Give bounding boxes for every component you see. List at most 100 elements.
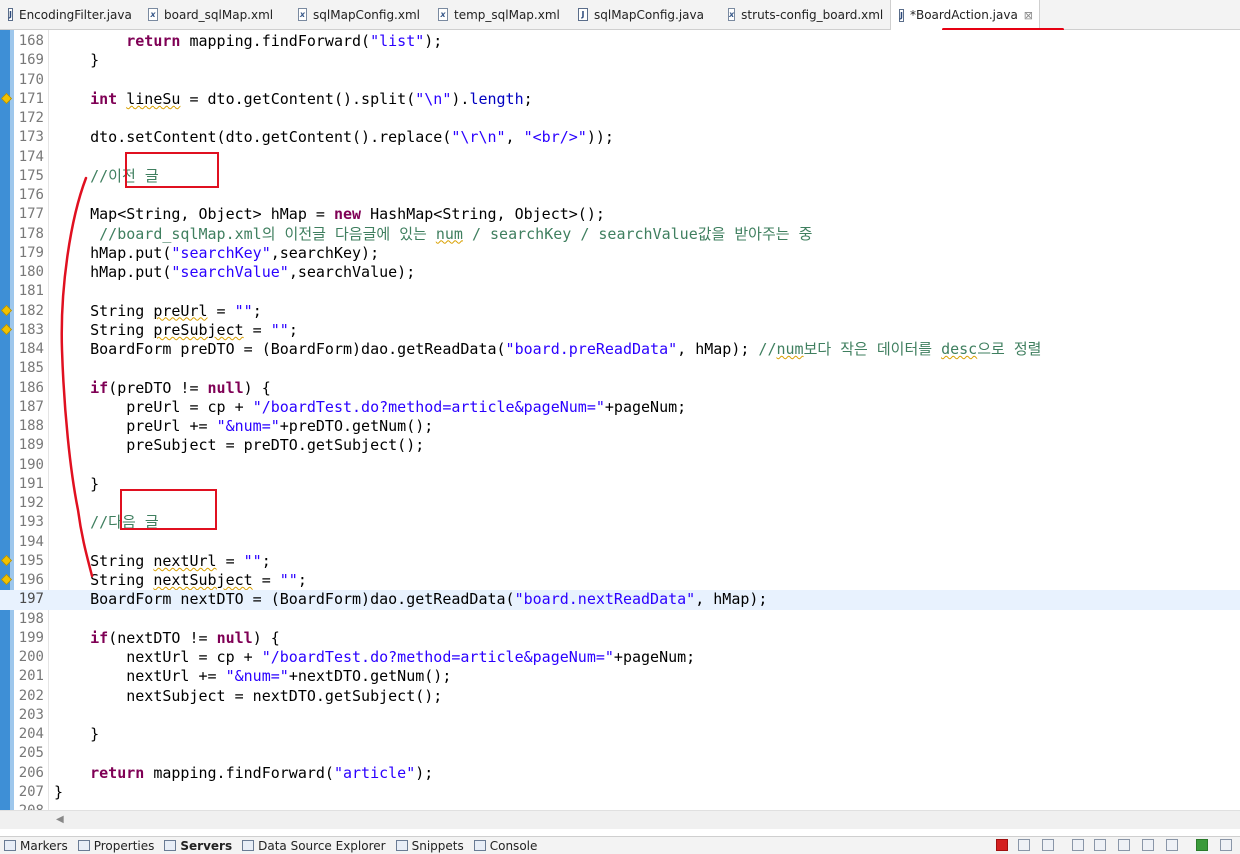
code-text[interactable]: hMap.put("searchValue",searchValue);	[54, 263, 415, 282]
warning-icon[interactable]	[1, 574, 12, 585]
code-line[interactable]: 206 return mapping.findForward("article"…	[0, 764, 1240, 783]
code-line[interactable]: 194	[0, 533, 1240, 552]
code-line[interactable]: 180 hMap.put("searchValue",searchValue);	[0, 263, 1240, 282]
code-text[interactable]: hMap.put("searchKey",searchKey);	[54, 244, 379, 263]
code-line[interactable]: 189 preSubject = preDTO.getSubject();	[0, 436, 1240, 455]
warning-icon[interactable]	[1, 554, 12, 566]
code-line[interactable]: 195 String nextUrl = "";	[0, 552, 1240, 571]
code-line[interactable]: 170	[0, 71, 1240, 90]
scroll-left-icon[interactable]: ◀	[56, 814, 64, 825]
tool-icon[interactable]	[1166, 839, 1178, 851]
stop-icon[interactable]	[996, 839, 1008, 851]
code-line[interactable]: 190	[0, 456, 1240, 475]
tool-icon[interactable]	[1018, 839, 1030, 851]
code-line[interactable]: 171 int lineSu = dto.getContent().split(…	[0, 90, 1240, 109]
code-line[interactable]: 188 preUrl += "&num="+preDTO.getNum();	[0, 417, 1240, 436]
code-line[interactable]: 172	[0, 109, 1240, 128]
code-text[interactable]: }	[54, 783, 63, 802]
code-line[interactable]: 184 BoardForm preDTO = (BoardForm)dao.ge…	[0, 340, 1240, 359]
code-lines[interactable]: 168 return mapping.findForward("list"); 1…	[0, 32, 1240, 810]
tool-icon[interactable]	[1042, 839, 1054, 851]
code-line[interactable]: 182 String preUrl = "";	[0, 302, 1240, 321]
code-text[interactable]: preSubject = preDTO.getSubject();	[54, 436, 424, 455]
code-line[interactable]: 202 nextSubject = nextDTO.getSubject();	[0, 687, 1240, 706]
code-text[interactable]: String preUrl = "";	[54, 302, 262, 321]
code-line[interactable]: 173 dto.setContent(dto.getContent().repl…	[0, 128, 1240, 147]
code-text[interactable]: preUrl = cp + "/boardTest.do?method=arti…	[54, 398, 686, 417]
code-line[interactable]: 201 nextUrl += "&num="+nextDTO.getNum();	[0, 667, 1240, 686]
code-text[interactable]: }	[54, 51, 99, 70]
warning-icon[interactable]	[1, 323, 12, 335]
code-line[interactable]: 185	[0, 359, 1240, 378]
view-tab[interactable]: Markers	[0, 839, 74, 853]
code-text[interactable]: nextUrl = cp + "/boardTest.do?method=art…	[54, 648, 695, 667]
tool-icon[interactable]	[1094, 839, 1106, 851]
code-text[interactable]: BoardForm nextDTO = (BoardForm)dao.getRe…	[54, 590, 767, 609]
code-line[interactable]: 183 String preSubject = "";	[0, 321, 1240, 340]
editor-tab[interactable]: x board_sqlMap.xml	[140, 0, 290, 29]
code-text[interactable]: BoardForm preDTO = (BoardForm)dao.getRea…	[54, 340, 1041, 359]
code-line[interactable]: 204 }	[0, 725, 1240, 744]
editor-tab[interactable]: x temp_sqlMap.xml	[430, 0, 570, 29]
code-text[interactable]: nextUrl += "&num="+nextDTO.getNum();	[54, 667, 451, 686]
code-line[interactable]: 179 hMap.put("searchKey",searchKey);	[0, 244, 1240, 263]
view-tab[interactable]: Snippets	[392, 839, 470, 853]
code-editor[interactable]: 168 return mapping.findForward("list"); 1…	[0, 30, 1240, 810]
line-number: 204	[18, 726, 44, 742]
minimize-icon[interactable]	[1220, 839, 1232, 851]
tool-icon[interactable]	[1142, 839, 1154, 851]
line-number: 178	[18, 225, 44, 242]
code-line[interactable]: 199 if(nextDTO != null) {	[0, 629, 1240, 648]
code-line[interactable]: 177 Map<String, Object> hMap = new HashM…	[0, 205, 1240, 224]
tool-icon[interactable]	[1118, 839, 1130, 851]
warning-icon[interactable]	[1, 92, 12, 104]
view-tab[interactable]: Data Source Explorer	[238, 839, 391, 853]
code-line[interactable]: 205	[0, 744, 1240, 763]
pin-icon[interactable]	[1196, 839, 1208, 851]
line-number: 190	[18, 456, 44, 473]
code-text[interactable]: }	[54, 475, 99, 494]
code-text[interactable]: String nextUrl = "";	[54, 552, 271, 571]
code-text[interactable]: return mapping.findForward("list");	[54, 32, 442, 51]
code-line[interactable]: 168 return mapping.findForward("list");	[0, 32, 1240, 51]
view-icon	[473, 840, 486, 851]
editor-tab[interactable]: x sqlMapConfig.xml	[290, 0, 430, 29]
code-text[interactable]: nextSubject = nextDTO.getSubject();	[54, 687, 442, 706]
editor-tab[interactable]: J *BoardAction.java ⊠	[890, 0, 1040, 30]
tool-icon[interactable]	[1072, 839, 1084, 851]
code-line[interactable]: 196 String nextSubject = "";	[0, 571, 1240, 590]
code-line[interactable]: 207}	[0, 783, 1240, 802]
view-tab[interactable]: Properties	[74, 839, 161, 853]
code-text[interactable]: if(preDTO != null) {	[54, 379, 271, 398]
code-text[interactable]: return mapping.findForward("article");	[54, 764, 433, 783]
horizontal-scrollbar[interactable]: ◀	[0, 810, 1240, 829]
code-text[interactable]: }	[54, 725, 99, 744]
code-line[interactable]: 187 preUrl = cp + "/boardTest.do?method=…	[0, 398, 1240, 417]
code-line[interactable]: 200 nextUrl = cp + "/boardTest.do?method…	[0, 648, 1240, 667]
code-text[interactable]: preUrl += "&num="+preDTO.getNum();	[54, 417, 433, 436]
code-line[interactable]: 208	[0, 802, 1240, 810]
code-line[interactable]: 203	[0, 706, 1240, 725]
code-text[interactable]: String preSubject = "";	[54, 321, 298, 340]
code-text[interactable]: if(nextDTO != null) {	[54, 629, 280, 648]
view-tab[interactable]: Console	[470, 839, 544, 853]
view-tab[interactable]: Servers	[160, 839, 238, 853]
warning-icon[interactable]	[1, 304, 12, 316]
code-text[interactable]: Map<String, Object> hMap = new HashMap<S…	[54, 205, 605, 224]
code-text[interactable]: int lineSu = dto.getContent().split("\n"…	[54, 90, 533, 109]
editor-tab[interactable]: x struts-config_board.xml	[720, 0, 890, 29]
view-tab-label: Servers	[180, 838, 233, 853]
code-line[interactable]: 198	[0, 610, 1240, 629]
code-line[interactable]: 181	[0, 282, 1240, 301]
editor-tab[interactable]: J EncodingFilter.java	[0, 0, 140, 29]
code-line[interactable]: 176	[0, 186, 1240, 205]
close-icon[interactable]: ⊠	[1024, 9, 1033, 22]
editor-tab[interactable]: JsqlMapConfig.java	[570, 0, 720, 29]
code-line[interactable]: 186 if(preDTO != null) {	[0, 379, 1240, 398]
code-line[interactable]: 178 //board_sqlMap.xml의 이전글 다음글에 있는 num …	[0, 225, 1240, 244]
code-text[interactable]: //board_sqlMap.xml의 이전글 다음글에 있는 num / se…	[54, 225, 812, 244]
code-line[interactable]: 197 BoardForm nextDTO = (BoardForm)dao.g…	[0, 590, 1240, 610]
code-text[interactable]: dto.setContent(dto.getContent().replace(…	[54, 128, 614, 147]
code-text[interactable]: String nextSubject = "";	[54, 571, 307, 590]
code-line[interactable]: 169 }	[0, 51, 1240, 70]
